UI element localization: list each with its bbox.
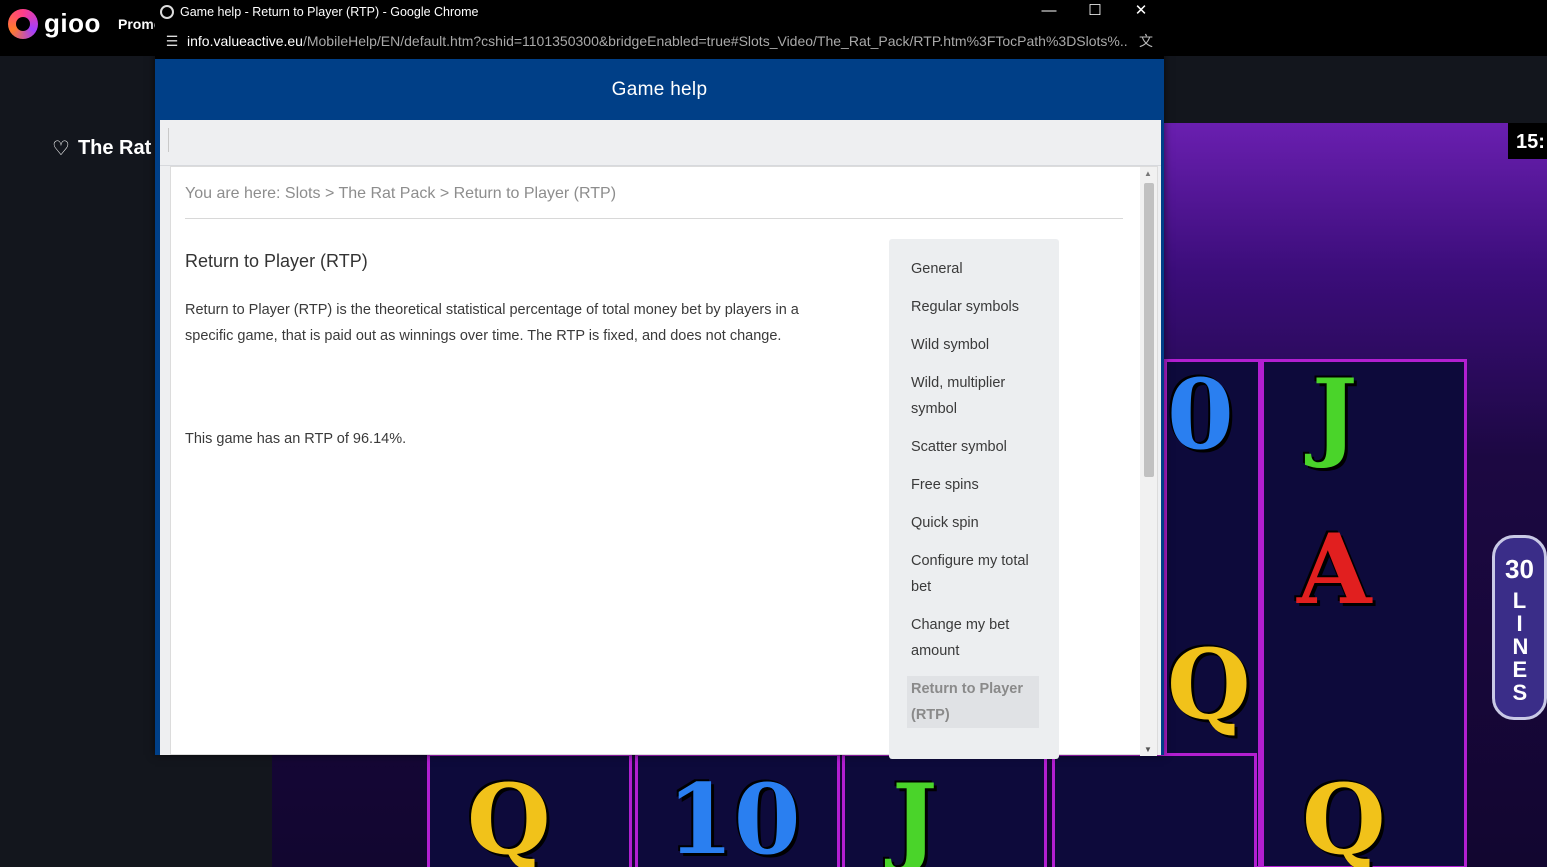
reel-column [842,753,1047,867]
a-symbol: A [1297,513,1372,626]
toc-item-wild-multiplier-symbol[interactable]: Wild, multiplier symbol [911,370,1047,422]
rtp-description: Return to Player (RTP) is the theoretica… [185,302,799,344]
toc-item-change-bet-amount[interactable]: Change my bet amount [911,612,1047,664]
toc-item-scatter-symbol[interactable]: Scatter symbol [911,434,1047,460]
reel-column [1052,753,1257,867]
toc-item-quick-spin[interactable]: Quick spin [911,510,1047,536]
window-title: Game help - Return to Player (RTP) - Goo… [180,4,479,19]
logo-swirl-icon [8,8,38,39]
minimize-icon[interactable]: — [1026,0,1072,23]
address-bar[interactable]: ☰ info.valueactive.eu/MobileHelp/EN/defa… [155,23,1164,59]
scroll-up-icon[interactable]: ▲ [1144,169,1152,178]
j-symbol: J [892,763,938,867]
help-toolbar [160,120,1161,166]
q-symbol: Q [1302,763,1386,867]
breadcrumb-divider [185,218,1123,219]
url-host: info.valueactive.eu [187,33,303,49]
tune-icon[interactable]: ☰ [157,33,187,50]
ten-symbol: 0 [1167,358,1234,471]
lines-number: 30 [1505,554,1534,584]
lines-label: LINES [1512,588,1529,705]
window-titlebar[interactable]: Game help - Return to Player (RTP) - Goo… [155,0,1164,23]
game-title: The Rat [77,137,152,159]
maximize-icon[interactable]: ☐ [1072,0,1118,23]
toc-item-general[interactable]: General [911,256,1047,282]
help-body: You are here: Slots > The Rat Pack > Ret… [155,120,1164,759]
url-path: /MobileHelp/EN/default.htm?cshid=1101350… [302,33,1128,49]
logo-text: gioo [44,8,101,38]
game-clock: 15: [1508,123,1547,159]
lines-badge: 30 LINES [1492,535,1547,720]
chrome-popup-window: Game help - Return to Player (RTP) - Goo… [155,0,1164,759]
toc-item-regular-symbols[interactable]: Regular symbols [911,294,1047,320]
globe-icon [160,4,174,19]
toc-item-wild-symbol[interactable]: Wild symbol [911,332,1047,358]
game-title-row: ♡ The Rat [52,136,151,161]
heart-icon[interactable]: ♡ [52,136,70,161]
q-symbol: Q [1167,628,1251,741]
ten-symbol: 10 [667,763,801,867]
scroll-down-icon[interactable]: ▼ [1144,745,1152,754]
toc-item-free-spins[interactable]: Free spins [911,472,1047,498]
translate-icon[interactable]: 文 [1128,31,1164,51]
scroll-thumb[interactable] [1144,183,1154,477]
rtp-statement: This game has an RTP of 96.14%. [185,431,407,447]
site-logo[interactable]: gioo [8,8,101,39]
j-symbol: J [1312,358,1358,471]
toc-item-configure-total-bet[interactable]: Configure my total bet [911,548,1047,600]
content-scrollbar[interactable]: ▲ ▼ [1140,167,1157,756]
help-header: Game help [155,59,1164,120]
breadcrumb[interactable]: You are here: Slots > The Rat Pack > Ret… [185,185,616,203]
q-symbol: Q [467,763,551,867]
close-icon[interactable]: ✕ [1118,0,1164,23]
toc-item-rtp[interactable]: Return to Player (RTP) [907,676,1039,728]
toc-sidebar: General Regular symbols Wild symbol Wild… [889,239,1059,759]
page-title: Return to Player (RTP) [185,251,368,271]
help-inner-panel: You are here: Slots > The Rat Pack > Ret… [160,120,1161,759]
url-field[interactable]: info.valueactive.eu/MobileHelp/EN/defaul… [187,33,1128,49]
content-frame: You are here: Slots > The Rat Pack > Ret… [170,166,1158,759]
